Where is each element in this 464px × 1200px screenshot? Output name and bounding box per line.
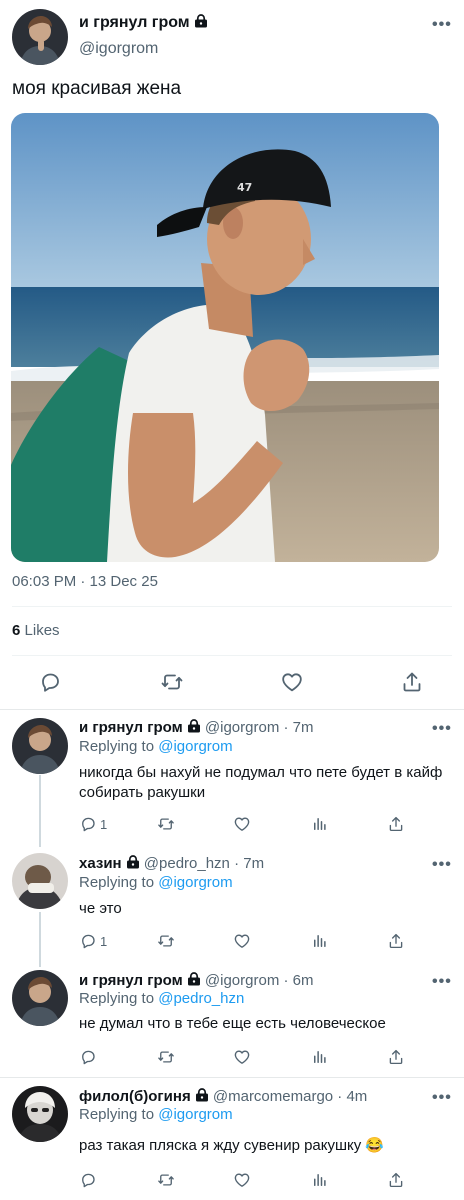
more-icon[interactable]: •••: [432, 856, 452, 874]
author-handle-time[interactable]: @igorgrom · 6m: [205, 972, 314, 989]
replying-to-link[interactable]: @igorgrom: [158, 738, 232, 755]
lock-icon: [187, 719, 201, 733]
replying-prefix: Replying to: [79, 738, 155, 755]
stats-icon[interactable]: [311, 1048, 329, 1066]
author-handle-time[interactable]: @pedro_hzn · 7m: [144, 855, 264, 872]
reply-button[interactable]: [79, 1048, 100, 1066]
lock-icon: [195, 1088, 209, 1102]
avatar[interactable]: [12, 970, 68, 1026]
like-icon[interactable]: [233, 1171, 251, 1189]
lock-icon: [126, 855, 140, 869]
stats-icon[interactable]: [311, 932, 329, 950]
reply-header: филол(б)огиня @marcomemargo · 4m: [79, 1088, 367, 1105]
reply-text: никогда бы нахуй не подумал что пете буд…: [79, 764, 443, 801]
avatar[interactable]: [12, 853, 68, 909]
likes-count[interactable]: 6 Likes: [12, 622, 60, 639]
avatar[interactable]: [12, 1086, 68, 1142]
likes-number[interactable]: 6: [12, 622, 20, 639]
lock-icon: [187, 972, 201, 986]
replying-to: Replying to @pedro_hzn: [79, 990, 244, 1007]
share-icon[interactable]: [387, 932, 405, 950]
replying-to: Replying to @igorgrom: [79, 738, 233, 755]
tweet-photo[interactable]: 47: [11, 113, 439, 562]
like-icon[interactable]: [280, 670, 304, 694]
lock-icon: [194, 14, 208, 28]
reply-icon[interactable]: [79, 815, 97, 833]
tweet-text: моя красивая жена: [12, 78, 182, 99]
replying-prefix: Replying to: [79, 1106, 155, 1123]
stats-icon[interactable]: [311, 1171, 329, 1189]
reply-count: 1: [100, 816, 108, 832]
replying-to: Replying to @igorgrom: [79, 1106, 233, 1123]
like-icon[interactable]: [233, 815, 251, 833]
reply-icon[interactable]: [79, 1171, 97, 1189]
reply-icon[interactable]: [38, 670, 62, 694]
replying-to: Replying to @igorgrom: [79, 874, 233, 891]
reply-header: хазин @pedro_hzn · 7m: [79, 855, 264, 872]
avatar[interactable]: [12, 9, 68, 65]
more-icon[interactable]: •••: [432, 973, 452, 991]
stats-icon[interactable]: [311, 815, 329, 833]
reply-header: и грянул гром @igorgrom · 7m: [79, 719, 314, 736]
divider: [12, 606, 452, 607]
author-name[interactable]: и грянул гром: [79, 14, 208, 32]
replying-prefix: Replying to: [79, 990, 155, 1007]
reply-text: раз такая пляска я жду сувенир ракушку 😂: [79, 1137, 385, 1154]
retweet-icon[interactable]: [157, 1171, 175, 1189]
likes-label[interactable]: Likes: [25, 622, 60, 639]
reply-text: че это: [79, 900, 122, 917]
author-name[interactable]: хазин: [79, 855, 122, 872]
share-icon[interactable]: [387, 1171, 405, 1189]
more-icon[interactable]: •••: [432, 720, 452, 738]
reply-button[interactable]: [79, 1171, 100, 1189]
reply-tweet[interactable]: филол(б)огиня @marcomemargo · 4m ••• Rep…: [0, 1078, 464, 1200]
reply-text: не думал что в тебе еще есть человеческо…: [79, 1015, 386, 1032]
reply-tweet[interactable]: и грянул гром @igorgrom · 7m ••• Replyin…: [0, 710, 464, 850]
reply-button[interactable]: 1: [79, 815, 107, 833]
retweet-icon[interactable]: [157, 1048, 175, 1066]
replying-to-link[interactable]: @igorgrom: [158, 1106, 232, 1123]
like-icon[interactable]: [233, 1048, 251, 1066]
more-icon[interactable]: •••: [432, 1089, 452, 1107]
reply-icon[interactable]: [79, 932, 97, 950]
reply-tweet[interactable]: хазин @pedro_hzn · 7m ••• Replying to @i…: [0, 846, 464, 966]
divider: [12, 655, 452, 656]
retweet-icon[interactable]: [157, 815, 175, 833]
like-icon[interactable]: [233, 932, 251, 950]
share-icon[interactable]: [400, 670, 424, 694]
author-handle-time[interactable]: @igorgrom · 7m: [205, 719, 314, 736]
author-name-text[interactable]: и грянул гром: [79, 14, 190, 31]
replying-prefix: Replying to: [79, 874, 155, 891]
retweet-icon[interactable]: [160, 670, 184, 694]
author-name[interactable]: филол(б)огиня: [79, 1088, 191, 1105]
author-handle-time[interactable]: @marcomemargo · 4m: [213, 1088, 367, 1105]
retweet-icon[interactable]: [157, 932, 175, 950]
author-name[interactable]: и грянул гром: [79, 719, 183, 736]
svg-text:47: 47: [237, 181, 252, 194]
more-icon[interactable]: •••: [432, 16, 452, 34]
reply-tweet[interactable]: и грянул гром @igorgrom · 6m ••• Replyin…: [0, 963, 464, 1078]
share-icon[interactable]: [387, 1048, 405, 1066]
reply-button[interactable]: 1: [79, 932, 107, 950]
author-name[interactable]: и грянул гром: [79, 972, 183, 989]
reply-header: и грянул гром @igorgrom · 6m: [79, 972, 314, 989]
replying-to-link[interactable]: @pedro_hzn: [158, 990, 244, 1007]
author-handle[interactable]: @igorgrom: [79, 40, 158, 58]
replying-to-link[interactable]: @igorgrom: [158, 874, 232, 891]
share-icon[interactable]: [387, 815, 405, 833]
reply-count: 1: [100, 933, 108, 949]
avatar[interactable]: [12, 718, 68, 774]
reply-icon[interactable]: [79, 1048, 97, 1066]
tweet-timestamp[interactable]: 06:03 PM · 13 Dec 25: [12, 573, 158, 590]
